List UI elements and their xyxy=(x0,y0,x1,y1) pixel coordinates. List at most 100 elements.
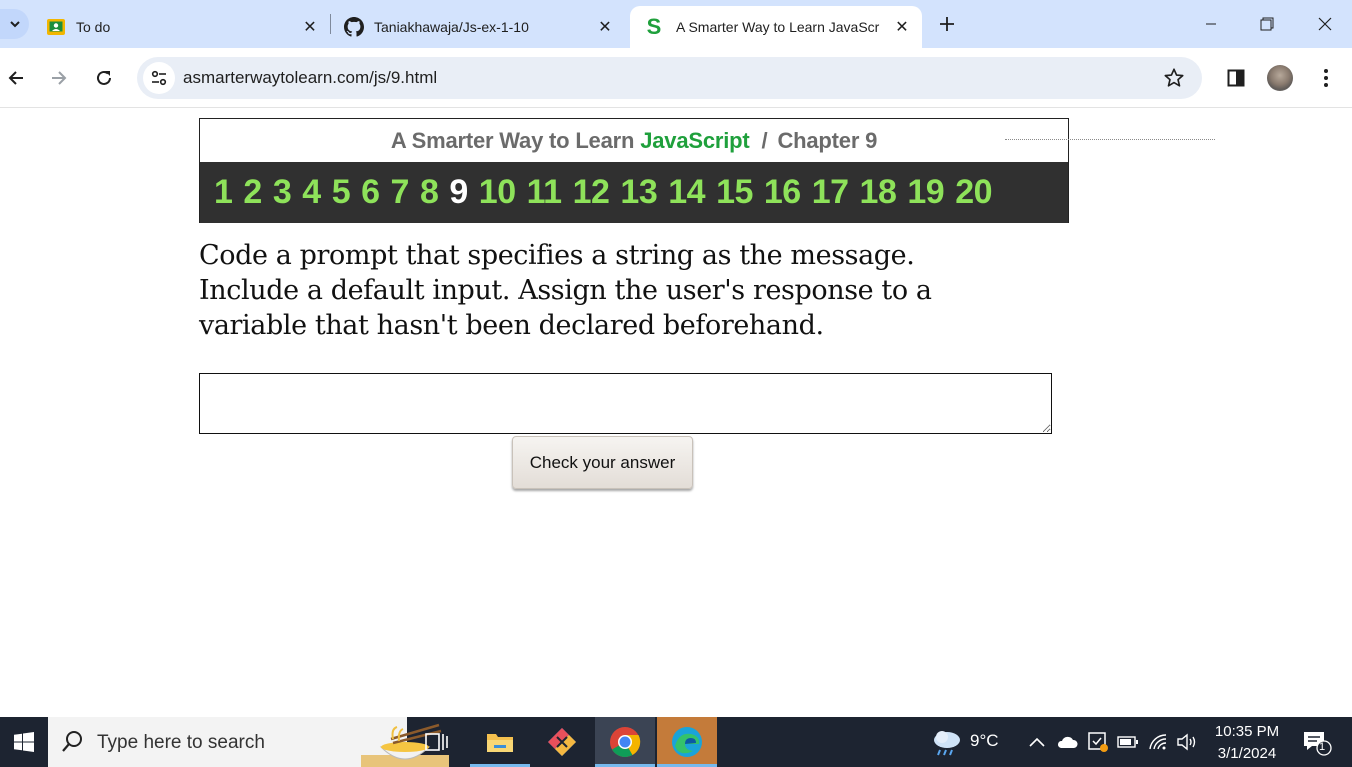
volume-button[interactable] xyxy=(1175,717,1199,767)
chapter-link-11[interactable]: 11 xyxy=(527,173,562,212)
folder-icon xyxy=(487,734,513,752)
reload-icon xyxy=(97,70,111,85)
tab-search-button[interactable] xyxy=(0,9,29,39)
close-tab-icon[interactable]: ✕ xyxy=(300,17,320,37)
back-button[interactable] xyxy=(0,62,32,94)
new-tab-button[interactable] xyxy=(934,11,960,37)
chevron-down-icon xyxy=(9,21,20,28)
tab-github[interactable]: Taniakhawaja/Js-ex-1-10 ✕ xyxy=(330,6,625,48)
start-button[interactable] xyxy=(0,717,48,767)
windows-logo-icon xyxy=(14,732,34,752)
side-panel-button[interactable] xyxy=(1222,64,1250,92)
page-title: A Smarter Way to Learn JavaScript / Chap… xyxy=(200,119,1068,162)
diamond-app-icon xyxy=(548,728,576,756)
chapter-link-2[interactable]: 2 xyxy=(243,173,262,212)
taskbar-search[interactable]: Type here to search xyxy=(48,717,449,767)
chapter-link-18[interactable]: 18 xyxy=(860,173,897,212)
speaker-icon xyxy=(1177,733,1196,751)
chrome-icon xyxy=(610,727,641,758)
tab-title: To do xyxy=(76,19,111,35)
site-info-button[interactable] xyxy=(143,62,175,94)
check-answer-button[interactable]: Check your answer xyxy=(512,436,693,489)
weather-widget[interactable] xyxy=(928,717,966,767)
answer-input[interactable] xyxy=(199,373,1052,434)
show-hidden-icons-button[interactable] xyxy=(1026,717,1048,767)
chapter-link-3[interactable]: 3 xyxy=(273,173,292,212)
chevron-up-icon xyxy=(1029,737,1045,747)
chapter-link-1[interactable]: 1 xyxy=(214,173,233,212)
github-icon xyxy=(344,17,364,37)
forward-button[interactable] xyxy=(43,62,75,94)
profile-button[interactable] xyxy=(1266,64,1294,92)
close-tab-icon[interactable]: ✕ xyxy=(595,17,615,37)
title-prefix: A Smarter Way to Learn xyxy=(390,127,635,153)
tab-to-do[interactable]: To do ✕ xyxy=(32,6,330,48)
edge-icon xyxy=(672,727,702,757)
google-classroom-icon xyxy=(46,17,66,37)
battery-icon xyxy=(1117,736,1138,748)
tab-strip: To do ✕ Taniakhawaja/Js-ex-1-10 ✕ S A Sm… xyxy=(0,0,1352,48)
battery-button[interactable] xyxy=(1116,717,1140,767)
chapter-link-10[interactable]: 10 xyxy=(479,173,516,212)
browser-toolbar: asmarterwaytolearn.com/js/9.html xyxy=(0,48,1352,108)
search-icon xyxy=(62,731,82,752)
wifi-icon xyxy=(1149,734,1167,750)
avatar xyxy=(1267,65,1293,91)
clock-time: 10:35 PM xyxy=(1214,723,1280,740)
smarter-way-s-icon: S xyxy=(646,14,662,39)
chapter-link-16[interactable]: 16 xyxy=(764,173,801,212)
chapter-link-7[interactable]: 7 xyxy=(391,173,410,212)
taskbar: Type here to search 9°C 10:35 PM 3/1/202… xyxy=(0,717,1352,767)
security-icon xyxy=(1088,732,1108,752)
chapter-link-20[interactable]: 20 xyxy=(955,173,992,212)
plus-icon xyxy=(940,17,954,31)
bookmark-star-button[interactable] xyxy=(1162,66,1186,90)
chapter-link-13[interactable]: 13 xyxy=(620,173,657,212)
security-button[interactable] xyxy=(1086,717,1110,767)
search-placeholder: Type here to search xyxy=(97,732,265,753)
menu-button[interactable] xyxy=(1312,64,1340,92)
tab-title: A Smarter Way to Learn JavaScr xyxy=(676,19,880,35)
weather-temperature: 9°C xyxy=(970,731,999,750)
title-separator: / xyxy=(761,127,768,153)
close-tab-icon[interactable]: ✕ xyxy=(892,17,912,37)
network-button[interactable] xyxy=(1146,717,1170,767)
dotted-divider xyxy=(1005,139,1215,140)
edge-button[interactable] xyxy=(657,717,717,767)
clock[interactable]: 10:35 PM 3/1/2024 xyxy=(1212,721,1282,765)
git-app-button[interactable] xyxy=(532,717,592,767)
chapter-link-12[interactable]: 12 xyxy=(573,173,610,212)
tab-smarter-way[interactable]: S A Smarter Way to Learn JavaScr ✕ xyxy=(630,6,922,48)
chapter-link-19[interactable]: 19 xyxy=(907,173,944,212)
cloud-icon xyxy=(1057,736,1078,748)
close-window-button[interactable] xyxy=(1296,0,1352,48)
chapter-link-17[interactable]: 17 xyxy=(812,173,849,212)
restore-icon xyxy=(1260,17,1274,31)
exercise-question: Code a prompt that specifies a string as… xyxy=(199,240,932,341)
chapter-link-4[interactable]: 4 xyxy=(302,173,321,212)
chapter-link-9[interactable]: 9 xyxy=(449,173,468,212)
onedrive-button[interactable] xyxy=(1055,717,1079,767)
side-panel-icon xyxy=(1227,69,1245,87)
notification-icon xyxy=(1304,732,1332,756)
rain-cloud-icon xyxy=(934,731,960,756)
chapter-link-14[interactable]: 14 xyxy=(668,173,705,212)
minimize-button[interactable] xyxy=(1182,0,1240,48)
title-brand: JavaScript xyxy=(640,127,750,153)
star-icon xyxy=(1164,68,1184,87)
chapter-link-8[interactable]: 8 xyxy=(420,173,439,212)
clock-date: 3/1/2024 xyxy=(1217,745,1277,762)
kebab-menu-icon xyxy=(1324,69,1328,87)
chapter-nav: 1 2 3 4 5 6 7 8 9 10 11 12 13 14 15 16 17 18 19 20 xyxy=(200,162,1068,223)
chapter-link-5[interactable]: 5 xyxy=(332,173,351,212)
chapter-link-15[interactable]: 15 xyxy=(716,173,753,212)
chapter-link-6[interactable]: 6 xyxy=(361,173,380,212)
task-view-button[interactable] xyxy=(407,717,467,767)
address-bar[interactable]: asmarterwaytolearn.com/js/9.html xyxy=(137,57,1202,99)
reload-button[interactable] xyxy=(88,62,120,94)
notifications-button[interactable]: 1 xyxy=(1296,717,1336,767)
chrome-button[interactable] xyxy=(595,717,655,767)
file-explorer-button[interactable] xyxy=(470,717,530,767)
restore-button[interactable] xyxy=(1238,0,1296,48)
arrow-left-icon xyxy=(8,71,23,85)
